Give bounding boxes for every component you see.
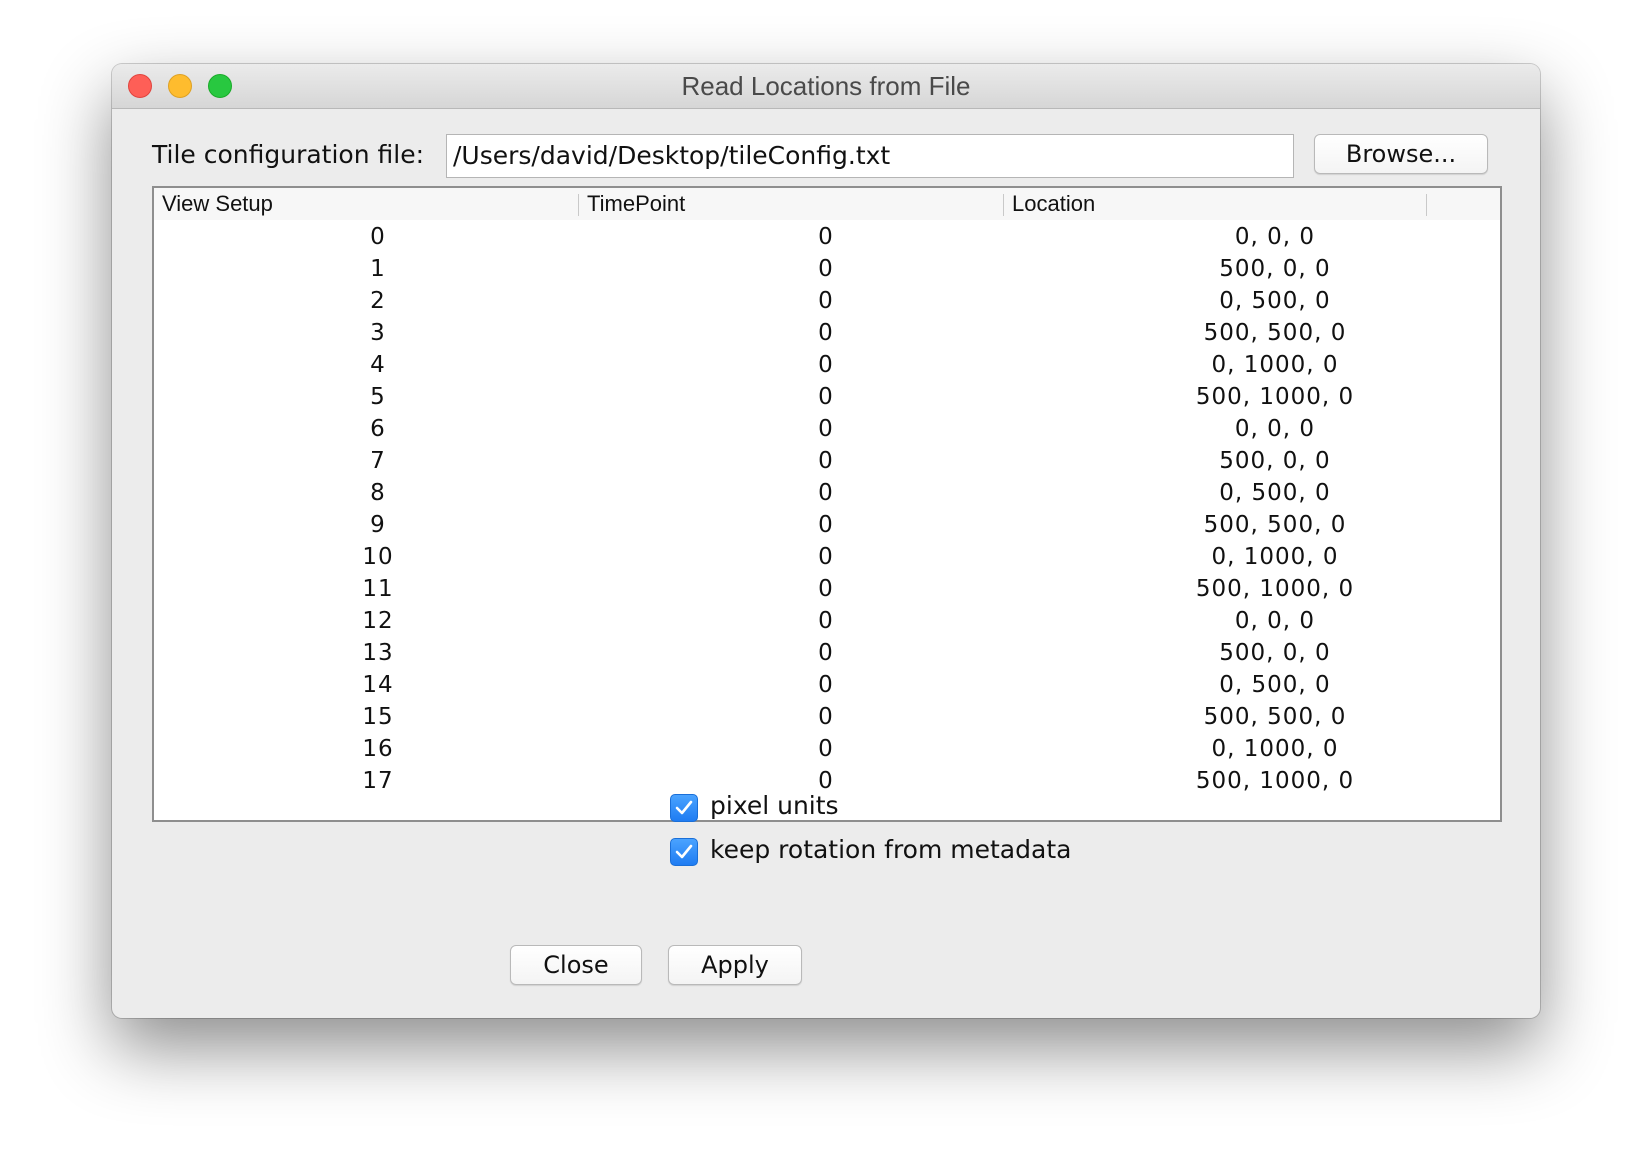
cell-view-setup: 15 <box>362 704 394 730</box>
cell-view-setup: 11 <box>362 576 394 602</box>
cell-location: 0, 0, 0 <box>1234 416 1316 442</box>
pixel-units-label: pixel units <box>710 791 839 820</box>
cell-location: 0, 1000, 0 <box>1211 544 1339 570</box>
cell-view-setup: 12 <box>362 608 394 634</box>
table-body: 0 0 0, 0, 0 1 0 500, 0, 0 2 0 0, 500, 0 3 0 500, 50… <box>154 221 1500 797</box>
cell-view-setup: 2 <box>370 288 386 314</box>
table-row[interactable]: 8 0 0, 500, 0 <box>154 477 1500 509</box>
cell-timepoint: 0 <box>818 448 834 474</box>
cell-timepoint: 0 <box>818 672 834 698</box>
close-button[interactable]: Close <box>510 945 642 985</box>
cell-timepoint: 0 <box>818 736 834 762</box>
browse-button[interactable]: Browse... <box>1314 134 1488 174</box>
locations-table[interactable]: View Setup TimePoint Location 0 0 0, 0, 01… <box>152 186 1502 822</box>
cell-view-setup: 8 <box>370 480 386 506</box>
cell-location: 0, 500, 0 <box>1219 288 1331 314</box>
table-row[interactable]: 12 0 0, 0, 0 <box>154 605 1500 637</box>
checkmark-icon <box>675 800 693 815</box>
table-row[interactable]: 3 0 500, 500, 0 <box>154 317 1500 349</box>
column-header-timepoint[interactable]: TimePoint <box>579 188 1003 220</box>
cell-view-setup: 3 <box>370 320 386 346</box>
cell-timepoint: 0 <box>818 480 834 506</box>
table-row[interactable]: 11 0 500, 1000, 0 <box>154 573 1500 605</box>
cell-view-setup: 16 <box>362 736 394 762</box>
keep-rotation-label: keep rotation from metadata <box>710 835 1072 864</box>
cell-timepoint: 0 <box>818 544 834 570</box>
cell-view-setup: 4 <box>370 352 386 378</box>
cell-view-setup: 10 <box>362 544 394 570</box>
cell-location: 500, 0, 0 <box>1219 448 1331 474</box>
cell-timepoint: 0 <box>818 352 834 378</box>
window-title: Read Locations from File <box>681 71 971 101</box>
cell-location: 0, 0, 0 <box>1234 608 1316 634</box>
table-row[interactable]: 1 0 500, 0, 0 <box>154 253 1500 285</box>
cell-view-setup: 0 <box>370 224 386 250</box>
cell-timepoint: 0 <box>818 256 834 282</box>
cell-view-setup: 13 <box>362 640 394 666</box>
cell-view-setup: 7 <box>370 448 386 474</box>
table-row[interactable]: 7 0 500, 0, 0 <box>154 445 1500 477</box>
cell-location: 500, 500, 0 <box>1203 704 1347 730</box>
cell-location: 0, 500, 0 <box>1219 480 1331 506</box>
column-header-view-setup[interactable]: View Setup <box>154 188 578 220</box>
dialog-window: Read Locations from File Tile configurat… <box>112 64 1540 1018</box>
cell-timepoint: 0 <box>818 224 834 250</box>
cell-view-setup: 5 <box>370 384 386 410</box>
table-row[interactable]: 5 0 500, 1000, 0 <box>154 381 1500 413</box>
apply-button[interactable]: Apply <box>668 945 802 985</box>
cell-location: 0, 0, 0 <box>1234 224 1316 250</box>
cell-view-setup: 6 <box>370 416 386 442</box>
keep-rotation-checkbox[interactable] <box>670 838 698 866</box>
table-row[interactable]: 0 0 0, 0, 0 <box>154 221 1500 253</box>
table-header: View Setup TimePoint Location <box>154 188 1500 220</box>
cell-timepoint: 0 <box>818 320 834 346</box>
cell-location: 0, 1000, 0 <box>1211 736 1339 762</box>
column-divider[interactable] <box>1426 194 1427 216</box>
cell-view-setup: 1 <box>370 256 386 282</box>
table-row[interactable]: 15 0 500, 500, 0 <box>154 701 1500 733</box>
cell-timepoint: 0 <box>818 288 834 314</box>
cell-location: 500, 1000, 0 <box>1195 576 1355 602</box>
cell-view-setup: 9 <box>370 512 386 538</box>
table-row[interactable]: 4 0 0, 1000, 0 <box>154 349 1500 381</box>
cell-location: 500, 500, 0 <box>1203 512 1347 538</box>
pixel-units-checkbox[interactable] <box>670 794 698 822</box>
table-row[interactable]: 2 0 0, 500, 0 <box>154 285 1500 317</box>
cell-location: 0, 1000, 0 <box>1211 352 1339 378</box>
cell-location: 500, 0, 0 <box>1219 256 1331 282</box>
file-path-input[interactable]: /Users/david/Desktop/tileConfig.txt <box>446 134 1294 178</box>
checkmark-icon <box>675 844 693 859</box>
cell-timepoint: 0 <box>818 704 834 730</box>
cell-timepoint: 0 <box>818 608 834 634</box>
cell-location: 500, 1000, 0 <box>1195 768 1355 794</box>
file-label: Tile configuration file: <box>152 140 424 169</box>
table-row[interactable]: 13 0 500, 0, 0 <box>154 637 1500 669</box>
title-bar[interactable]: Read Locations from File <box>112 64 1540 109</box>
cell-timepoint: 0 <box>818 512 834 538</box>
cell-timepoint: 0 <box>818 416 834 442</box>
table-row[interactable]: 6 0 0, 0, 0 <box>154 413 1500 445</box>
cell-timepoint: 0 <box>818 384 834 410</box>
cell-location: 0, 500, 0 <box>1219 672 1331 698</box>
cell-location: 500, 500, 0 <box>1203 320 1347 346</box>
cell-timepoint: 0 <box>818 576 834 602</box>
table-row[interactable]: 14 0 0, 500, 0 <box>154 669 1500 701</box>
cell-timepoint: 0 <box>818 640 834 666</box>
cell-location: 500, 1000, 0 <box>1195 384 1355 410</box>
column-header-location[interactable]: Location <box>1004 188 1428 220</box>
cell-location: 500, 0, 0 <box>1219 640 1331 666</box>
cell-view-setup: 14 <box>362 672 394 698</box>
table-row[interactable]: 10 0 0, 1000, 0 <box>154 541 1500 573</box>
cell-view-setup: 17 <box>362 768 394 794</box>
table-row[interactable]: 9 0 500, 500, 0 <box>154 509 1500 541</box>
table-row[interactable]: 16 0 0, 1000, 0 <box>154 733 1500 765</box>
